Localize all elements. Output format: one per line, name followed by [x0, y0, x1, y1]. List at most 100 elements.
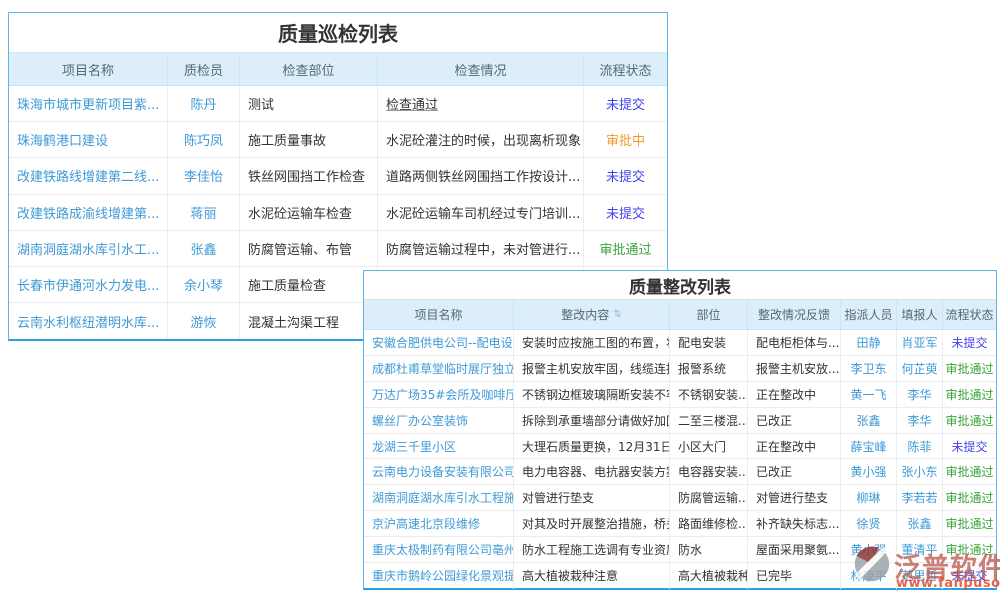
detail-cell: 防腐管运输过程中，未对管进行... [378, 231, 584, 267]
feedback-cell: 正在整改中 [748, 382, 841, 408]
project-link[interactable]: 湖南洞庭湖水库引水工程施工I标 [364, 485, 514, 511]
inspector-link[interactable]: 游恢 [168, 303, 240, 339]
table-row: 湖南洞庭湖水库引水工程施工I标 对管进行垫支 防腐管运输... 对管进行垫支 柳… [364, 485, 996, 511]
col-header-assignee: 指派人员 [841, 300, 897, 330]
content-cell: 拆除到承重墙部分请做好加固... [514, 408, 670, 434]
detail-cell: 水泥砼运输车司机经过专门培训... [378, 195, 584, 231]
status-badge: 未提交 [943, 563, 996, 589]
assignee-link[interactable]: 黄小强 [841, 537, 897, 563]
content-cell: 不锈钢边框玻璃隔断安装不牢... [514, 382, 670, 408]
table-row: 改建铁路成渝线增建第... 蒋丽 水泥砼运输车检查 水泥砼运输车司机经过专门培训… [9, 195, 667, 231]
col-header-inspector: 质检员 [168, 53, 240, 86]
part-cell: 不锈钢安装... [670, 382, 748, 408]
status-badge: 审批通过 [943, 356, 996, 382]
inspector-link[interactable]: 陈巧凤 [168, 122, 240, 158]
part-cell: 混凝土沟渠工程 [240, 303, 378, 339]
project-link[interactable]: 成都杜甫草堂临时展厅独立展... [364, 356, 514, 382]
table-row: 珠海鹤港口建设 陈巧凤 施工质量事故 水泥砼灌注的时候，出现离析现象 审批中 [9, 122, 667, 158]
status-badge: 未提交 [584, 86, 667, 122]
project-link[interactable]: 珠海鹤港口建设 [9, 122, 168, 158]
project-link[interactable]: 安徽合肥供电公司--配电设备... [364, 330, 514, 356]
project-link[interactable]: 龙湖三千里小区 [364, 434, 514, 460]
inspector-link[interactable]: 张鑫 [168, 231, 240, 267]
feedback-cell: 正在整改中 [748, 434, 841, 460]
reporter-link[interactable]: 李若若 [897, 485, 943, 511]
project-link[interactable]: 云南水利枢纽潜明水库... [9, 303, 168, 339]
project-link[interactable]: 万达广场35#会所及咖啡厅空... [364, 382, 514, 408]
part-cell: 配电安装 [670, 330, 748, 356]
table-row: 龙湖三千里小区 大理石质量更换，12月31日之... 小区大门 正在整改中 薛宝… [364, 434, 996, 460]
project-link[interactable]: 重庆市鹅岭公园绿化景观提升... [364, 563, 514, 589]
reporter-link[interactable]: 何芷萸 [897, 356, 943, 382]
part-cell: 小区大门 [670, 434, 748, 460]
part-cell: 施工质量事故 [240, 122, 378, 158]
project-link[interactable]: 螺丝厂办公室装饰 [364, 408, 514, 434]
project-link[interactable]: 改建铁路成渝线增建第... [9, 195, 168, 231]
project-link[interactable]: 云南电力设备安装有限公司20... [364, 459, 514, 485]
part-cell: 防腐管运输、布管 [240, 231, 378, 267]
table-row: 万达广场35#会所及咖啡厅空... 不锈钢边框玻璃隔断安装不牢... 不锈钢安装… [364, 382, 996, 408]
assignee-link[interactable]: 黄小强 [841, 459, 897, 485]
status-badge: 审批通过 [943, 485, 996, 511]
reporter-link[interactable]: 董清平 [897, 537, 943, 563]
assignee-link[interactable]: 柳琳 [841, 485, 897, 511]
col-header-project: 项目名称 [364, 300, 514, 330]
part-cell: 高大植被栽种 [670, 563, 748, 589]
table-row: 珠海市城市更新项目紫... 陈丹 测试 检查通过 未提交 [9, 86, 667, 122]
detail-cell: 水泥砼灌注的时候，出现离析现象 [378, 122, 584, 158]
inspector-link[interactable]: 陈丹 [168, 86, 240, 122]
project-link[interactable]: 重庆太极制药有限公司亳州中... [364, 537, 514, 563]
status-badge: 审批通过 [943, 459, 996, 485]
assignee-link[interactable]: 徐贤 [841, 511, 897, 537]
part-cell: 测试 [240, 86, 378, 122]
table-row: 云南电力设备安装有限公司20... 电力电容器、电抗器安装方案... 电容器安装… [364, 459, 996, 485]
rectification-table-title: 质量整改列表 [364, 271, 996, 300]
assignee-link[interactable]: 薛宝峰 [841, 434, 897, 460]
content-cell: 安装时应按施工图的布置，将... [514, 330, 670, 356]
sort-icon[interactable]: ⇅ [613, 310, 621, 320]
feedback-cell: 屋面采用聚氨... [748, 537, 841, 563]
inspection-table-header: 项目名称 质检员 检查部位 检查情况 流程状态 [9, 53, 667, 86]
col-header-part: 检查部位 [240, 53, 378, 86]
inspector-link[interactable]: 余小琴 [168, 267, 240, 303]
table-row: 改建铁路线增建第二线... 李佳怡 铁丝网围挡工作检查 道路两侧铁丝网围挡工作按… [9, 158, 667, 194]
project-link[interactable]: 京沪高速北京段维修 [364, 511, 514, 537]
content-cell: 电力电容器、电抗器安装方案... [514, 459, 670, 485]
reporter-link[interactable]: 范思哲 [897, 563, 943, 589]
col-header-content[interactable]: 整改内容 ⇅ [514, 300, 670, 330]
status-badge: 审批通过 [943, 511, 996, 537]
table-row: 安徽合肥供电公司--配电设备... 安装时应按施工图的布置，将... 配电安装 … [364, 330, 996, 356]
reporter-link[interactable]: 陈菲 [897, 434, 943, 460]
reporter-link[interactable]: 张鑫 [897, 511, 943, 537]
project-link[interactable]: 珠海市城市更新项目紫... [9, 86, 168, 122]
status-badge: 未提交 [584, 195, 667, 231]
feedback-cell: 报警主机安放... [748, 356, 841, 382]
part-cell: 路面维修检... [670, 511, 748, 537]
reporter-link[interactable]: 张小东 [897, 459, 943, 485]
inspector-link[interactable]: 蒋丽 [168, 195, 240, 231]
project-link[interactable]: 改建铁路线增建第二线... [9, 158, 168, 194]
project-link[interactable]: 湖南洞庭湖水库引水工... [9, 231, 168, 267]
status-badge: 审批通过 [943, 537, 996, 563]
reporter-link[interactable]: 李华 [897, 408, 943, 434]
assignee-link[interactable]: 黄一飞 [841, 382, 897, 408]
inspector-link[interactable]: 李佳怡 [168, 158, 240, 194]
table-row: 湖南洞庭湖水库引水工... 张鑫 防腐管运输、布管 防腐管运输过程中，未对管进行… [9, 231, 667, 267]
status-badge: 审批中 [584, 122, 667, 158]
project-link[interactable]: 长春市伊通河水力发电... [9, 267, 168, 303]
table-row: 螺丝厂办公室装饰 拆除到承重墙部分请做好加固... 二至三楼混... 已改正 张… [364, 408, 996, 434]
assignee-link[interactable]: 李卫东 [841, 356, 897, 382]
reporter-link[interactable]: 李华 [897, 382, 943, 408]
status-badge: 未提交 [584, 158, 667, 194]
assignee-link[interactable]: 林康平 [841, 563, 897, 589]
assignee-link[interactable]: 田静 [841, 330, 897, 356]
content-cell: 防水工程施工选调有专业资质... [514, 537, 670, 563]
table-row: 重庆市鹅岭公园绿化景观提升... 高大植被栽种注意 高大植被栽种 已完毕 林康平… [364, 563, 996, 589]
assignee-link[interactable]: 张鑫 [841, 408, 897, 434]
reporter-link[interactable]: 肖亚军 [897, 330, 943, 356]
feedback-cell: 已完毕 [748, 563, 841, 589]
col-header-reporter: 填报人 [897, 300, 943, 330]
table-row: 成都杜甫草堂临时展厅独立展... 报警主机安放牢固，线缆连接... 报警系统 报… [364, 356, 996, 382]
content-cell: 大理石质量更换，12月31日之... [514, 434, 670, 460]
feedback-cell: 已改正 [748, 408, 841, 434]
